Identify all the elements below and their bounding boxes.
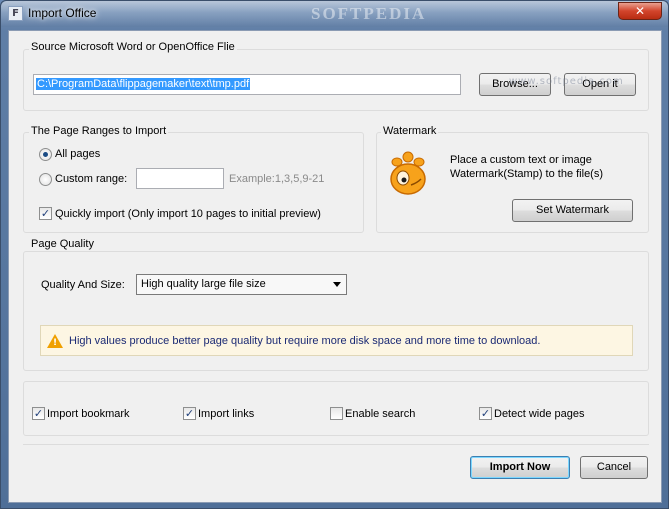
page-ranges-group-label: The Page Ranges to Import [29, 125, 169, 137]
quality-size-select[interactable]: High quality large file size [136, 274, 347, 295]
source-group-label: Source Microsoft Word or OpenOffice Flie [29, 41, 237, 53]
watermark-description-line1: Place a custom text or image [450, 154, 592, 166]
enable-search-label[interactable]: Enable search [345, 408, 415, 420]
window-title: Import Office [28, 6, 97, 20]
all-pages-label[interactable]: All pages [55, 148, 100, 160]
quick-import-checkbox[interactable]: ✓ [39, 207, 52, 220]
import-links-checkbox[interactable]: ✓ [183, 407, 196, 420]
watermark-group-label: Watermark [381, 125, 439, 137]
set-watermark-button[interactable]: Set Watermark [512, 199, 633, 222]
background-watermark: SOFTPEDIA [311, 4, 427, 23]
title-bar[interactable]: F Import Office SOFTPEDIA ✕ [1, 1, 668, 27]
gimp-logo-icon [390, 151, 426, 195]
import-bookmark-label[interactable]: Import bookmark [47, 408, 130, 420]
softpedia-watermark: www.softpedia.com [509, 76, 624, 87]
import-bookmark-checkbox[interactable]: ✓ [32, 407, 45, 420]
custom-range-radio[interactable] [39, 173, 52, 186]
dialog-client-area: Source Microsoft Word or OpenOffice Flie… [8, 30, 662, 503]
source-path-text: C:\ProgramData\flippagemaker\text\tmp.pd… [36, 78, 251, 90]
close-button[interactable]: ✕ [618, 2, 662, 20]
quality-info-box: ! High values produce better page qualit… [40, 325, 633, 356]
quality-selected-value: High quality large file size [141, 278, 266, 290]
chevron-down-icon[interactable] [333, 282, 341, 287]
cancel-button[interactable]: Cancel [580, 456, 648, 479]
source-path-input[interactable]: C:\ProgramData\flippagemaker\text\tmp.pd… [33, 74, 461, 95]
import-links-label[interactable]: Import links [198, 408, 254, 420]
watermark-description-line2: Watermark(Stamp) to the file(s) [450, 168, 604, 180]
custom-range-label[interactable]: Custom range: [55, 173, 127, 185]
custom-range-input[interactable] [136, 168, 224, 189]
quick-import-label[interactable]: Quickly import (Only import 10 pages to … [55, 208, 321, 220]
import-office-window: F Import Office SOFTPEDIA ✕ Source Micro… [0, 0, 669, 509]
warning-icon-mark: ! [53, 338, 58, 348]
detect-wide-pages-checkbox[interactable]: ✓ [479, 407, 492, 420]
all-pages-radio[interactable] [39, 148, 52, 161]
footer-separator [23, 444, 649, 445]
quality-size-label: Quality And Size: [41, 279, 125, 291]
range-example-hint: Example:1,3,5,9-21 [229, 173, 325, 185]
enable-search-checkbox[interactable] [330, 407, 343, 420]
page-quality-group-label: Page Quality [29, 238, 96, 250]
import-now-button[interactable]: Import Now [470, 456, 570, 479]
app-icon: F [8, 6, 23, 21]
quality-info-text: High values produce better page quality … [69, 335, 541, 347]
detect-wide-pages-label[interactable]: Detect wide pages [494, 408, 585, 420]
